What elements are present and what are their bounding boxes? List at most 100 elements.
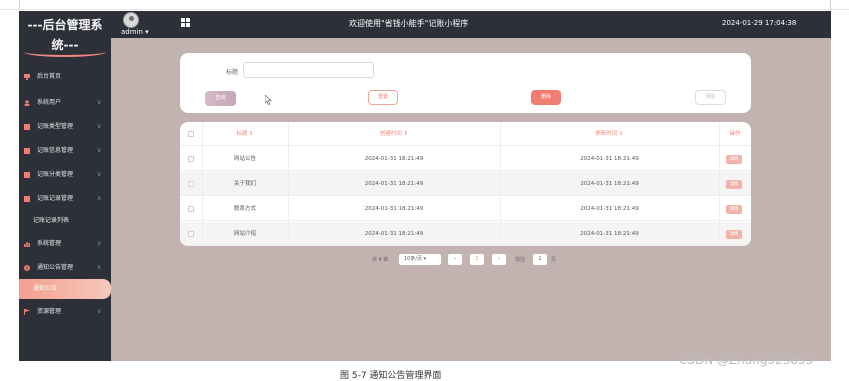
detail-button[interactable]: 详情 [726,205,742,214]
sidebar-item-label: 记账信息管理 [37,147,74,154]
sidebar-item-system[interactable]: 系统管理 ∨ [19,235,111,253]
flag-icon [24,309,30,315]
top-header-bar: admin ▾ 欢迎使用"省钱小能手"记账小程序 2024-01-29 17:0… [19,11,831,38]
sidebar-item-info[interactable]: 记账信息管理 ∨ [19,142,111,160]
user-menu[interactable]: admin ▾ [119,12,149,38]
sidebar-item-resources[interactable]: 资源管理 ∨ [19,303,111,321]
page-margin-tick-right [830,0,831,9]
add-button[interactable]: 添加 [695,90,726,105]
sidebar-item-label: 通知公告管理 [37,264,74,271]
watermark: CSDN @Zhang523853 [679,353,814,367]
page-number-button[interactable]: 1 [470,254,484,265]
square-icon [24,124,30,130]
column-header-updated[interactable]: 更新时间 ⇕ [500,122,719,146]
cell-title: 联系方式 [233,206,256,212]
table-header-row: 标题 ⇕ 创建时间 ⇕ 更新时间 ⇕ 操作 [180,122,751,146]
cell-created: 2024-01-31 18:21:49 [364,231,424,237]
chevron-down-icon: ∨ [97,308,102,315]
square-icon [24,196,30,202]
grid-menu-icon[interactable] [181,18,190,27]
figure-caption: 图 5-7 通知公告管理界面 [340,371,442,381]
sidebar-item-label: 记账类型管理 [37,123,74,130]
row-checkbox[interactable] [188,231,194,237]
sidebar-item-label: 记账记录列表 [33,217,70,224]
search-title-label: 标题 [226,69,239,76]
goto-unit: 页 [551,257,557,263]
column-divider [500,122,501,246]
column-divider [719,122,720,246]
sidebar-item-records[interactable]: 记账记录管理 ∧ [19,190,111,208]
welcome-title: 欢迎使用"省钱小能手"记账小程序 [349,19,469,28]
brand-underline [24,47,106,57]
chevron-down-icon: ∨ [97,171,102,178]
admin-app-screenshot: admin ▾ 欢迎使用"省钱小能手"记账小程序 2024-01-29 17:0… [19,11,831,361]
sidebar-item-home[interactable]: 后台首页 [19,68,111,86]
document-page: admin ▾ 欢迎使用"省钱小能手"记账小程序 2024-01-29 17:0… [0,0,849,381]
chevron-up-icon: ∧ [97,264,102,271]
column-divider [202,122,203,246]
header-datetime: 2024-01-29 17:04:38 [722,19,797,27]
table-row: 联系方式 2024-01-31 18:21:49 2024-01-31 18:2… [180,197,751,221]
pagination-total: 共 4 条 [372,257,389,263]
user-icon [24,100,30,106]
sidebar-item-label: 通知公告 [33,285,58,292]
sidebar-subitem-notice-active[interactable]: 通知公告 [19,279,111,299]
column-divider [288,122,289,246]
square-icon [24,172,30,178]
monitor-icon [24,74,30,80]
page-size-select[interactable]: 10条/页 ▾ [399,254,441,265]
sidebar-item-label: 记账分类管理 [37,171,74,178]
table-row: 网站公告 2024-01-31 18:21:49 2024-01-31 18:2… [180,147,751,171]
sidebar-item-label: 后台首页 [37,73,62,80]
goto-label: 前往 [515,257,526,263]
chevron-down-icon: ∨ [97,240,102,247]
row-checkbox[interactable] [188,206,194,212]
page-margin-line [0,9,849,10]
column-header-created[interactable]: 创建时间 ⇕ [288,122,500,146]
cell-updated: 2024-01-31 18:21:49 [580,231,639,237]
user-name: admin ▾ [121,28,149,36]
avatar [123,12,139,28]
cell-created: 2024-01-31 18:21:49 [364,206,424,212]
chevron-up-icon: ∧ [97,195,102,202]
row-checkbox[interactable] [188,181,194,187]
select-all-checkbox[interactable] [188,131,194,137]
mouse-cursor-icon [265,95,272,105]
row-checkbox[interactable] [188,156,194,162]
square-icon [24,148,30,154]
cell-updated: 2024-01-31 18:21:49 [580,181,639,187]
cell-title: 网站公告 [233,156,256,162]
sidebar-item-notice[interactable]: 通知公告管理 ∧ [19,259,111,277]
cell-updated: 2024-01-31 18:21:49 [580,156,639,162]
detail-button[interactable]: 详情 [726,180,742,189]
notice-table: 标题 ⇕ 创建时间 ⇕ 更新时间 ⇕ 操作 网站公告 2024-01-31 18… [180,122,751,246]
search-title-input[interactable] [243,62,374,78]
table-row: 网站介绍 2024-01-31 18:21:49 2024-01-31 18:2… [180,222,751,246]
sidebar-item-type[interactable]: 记账类型管理 ∨ [19,118,111,136]
prev-page-button[interactable]: ‹ [448,254,462,265]
cell-updated: 2024-01-31 18:21:49 [580,206,639,212]
cell-title: 关于我们 [233,181,256,187]
detail-button[interactable]: 详情 [726,155,742,164]
detail-button[interactable]: 详情 [726,230,742,239]
column-header-title[interactable]: 标题 ⇕ [202,122,288,146]
next-page-button[interactable]: › [492,254,506,265]
sidebar-item-label: 系统用户 [37,99,62,106]
chevron-down-icon: ∨ [97,123,102,130]
sidebar-subitem-record-list[interactable]: 记账记录列表 [19,212,111,230]
sidebar-menu: 后台首页 系统用户 ∨ 记账类型管理 ∨ 记账信息管理 ∨ 记账分类管理 ∨ 记… [19,38,111,361]
delete-button[interactable]: 删除 [531,90,561,105]
sidebar-item-label: 系统管理 [37,240,62,247]
chevron-down-icon: ∨ [97,99,102,106]
cell-created: 2024-01-31 18:21:49 [364,156,424,162]
info-icon [24,265,30,271]
chevron-down-icon: ∨ [97,147,102,154]
table-row: 关于我们 2024-01-31 18:21:49 2024-01-31 18:2… [180,172,751,196]
search-panel: 标题 查询 重置 删除 添加 [180,53,751,113]
sidebar-item-category[interactable]: 记账分类管理 ∨ [19,166,111,184]
goto-page-input[interactable]: 1 [533,254,547,265]
reset-button[interactable]: 重置 [368,90,398,105]
search-button[interactable]: 查询 [205,91,236,106]
sidebar-item-users[interactable]: 系统用户 ∨ [19,94,111,112]
cell-created: 2024-01-31 18:21:49 [364,181,424,187]
